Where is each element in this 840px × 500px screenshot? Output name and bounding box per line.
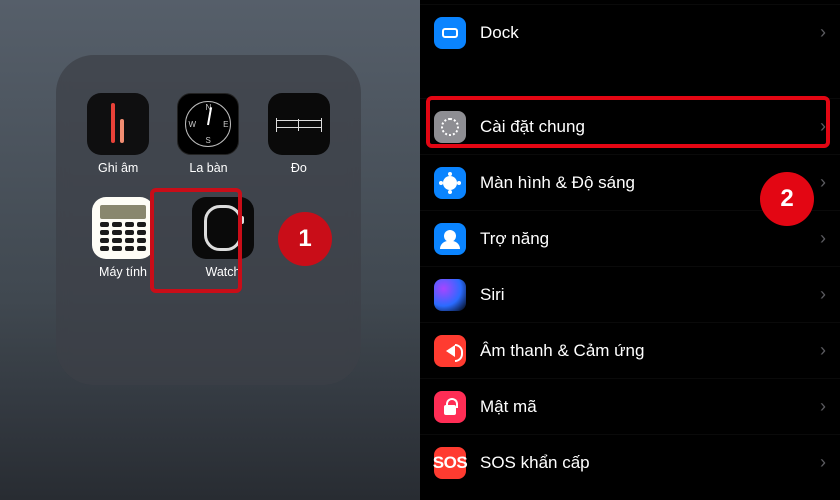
watch-settings-panel: Dock › Cài đặt chung › Màn hình & Độ sán… bbox=[420, 0, 840, 500]
dock-icon bbox=[434, 17, 466, 49]
watch-app[interactable]: Watch bbox=[184, 197, 262, 279]
app-label: Watch bbox=[206, 265, 241, 279]
app-label: La bàn bbox=[189, 161, 227, 175]
app-label: Ghi âm bbox=[98, 161, 138, 175]
row-dock[interactable]: Dock › bbox=[420, 4, 840, 60]
row-label: Mật mã bbox=[480, 397, 820, 417]
chevron-right-icon: › bbox=[820, 340, 826, 361]
chevron-right-icon: › bbox=[820, 228, 826, 249]
settings-list-main[interactable]: Cài đặt chung › Màn hình & Độ sáng › Trợ… bbox=[420, 94, 840, 494]
step-badge-1: 1 bbox=[278, 212, 332, 266]
gear-icon bbox=[434, 111, 466, 143]
chevron-right-icon: › bbox=[820, 452, 826, 473]
settings-list-top[interactable]: Dock › bbox=[420, 0, 840, 64]
voice-memos-app[interactable]: Ghi âm bbox=[84, 93, 152, 175]
chevron-right-icon: › bbox=[820, 116, 826, 137]
chevron-right-icon: › bbox=[820, 396, 826, 417]
chevron-right-icon: › bbox=[820, 22, 826, 43]
voice-memos-icon bbox=[87, 93, 149, 155]
measure-app[interactable]: Đo bbox=[265, 93, 333, 175]
siri-icon bbox=[434, 279, 466, 311]
row-siri[interactable]: Siri › bbox=[420, 266, 840, 322]
app-label: Máy tính bbox=[99, 265, 147, 279]
home-screen-panel: Ghi âm NSEW La bàn Đo Máy tính bbox=[0, 0, 420, 500]
row-sound[interactable]: Âm thanh & Cảm ứng › bbox=[420, 322, 840, 378]
app-label: Đo bbox=[291, 161, 307, 175]
calculator-icon bbox=[92, 197, 154, 259]
row-sos[interactable]: SOS SOS khẩn cấp › bbox=[420, 434, 840, 490]
row-label: Siri bbox=[480, 285, 820, 305]
lock-icon bbox=[434, 391, 466, 423]
brightness-icon bbox=[434, 167, 466, 199]
row-passcode[interactable]: Mật mã › bbox=[420, 378, 840, 434]
row-label: SOS khẩn cấp bbox=[480, 453, 820, 473]
sound-icon bbox=[434, 335, 466, 367]
calculator-app[interactable]: Máy tính bbox=[84, 197, 162, 279]
chevron-right-icon: › bbox=[820, 172, 826, 193]
row-general[interactable]: Cài đặt chung › bbox=[420, 98, 840, 154]
section-separator bbox=[420, 64, 840, 94]
row-label: Âm thanh & Cảm ứng bbox=[480, 341, 820, 361]
sos-icon: SOS bbox=[434, 447, 466, 479]
chevron-right-icon: › bbox=[820, 284, 826, 305]
accessibility-icon bbox=[434, 223, 466, 255]
row-label: Dock bbox=[480, 23, 820, 43]
row-label: Cài đặt chung bbox=[480, 117, 820, 137]
folder-row-1: Ghi âm NSEW La bàn Đo bbox=[84, 93, 333, 175]
measure-icon bbox=[268, 93, 330, 155]
watch-icon bbox=[192, 197, 254, 259]
compass-app[interactable]: NSEW La bàn bbox=[174, 93, 242, 175]
step-badge-2: 2 bbox=[760, 172, 814, 226]
row-label: Trợ năng bbox=[480, 229, 820, 249]
compass-icon: NSEW bbox=[177, 93, 239, 155]
